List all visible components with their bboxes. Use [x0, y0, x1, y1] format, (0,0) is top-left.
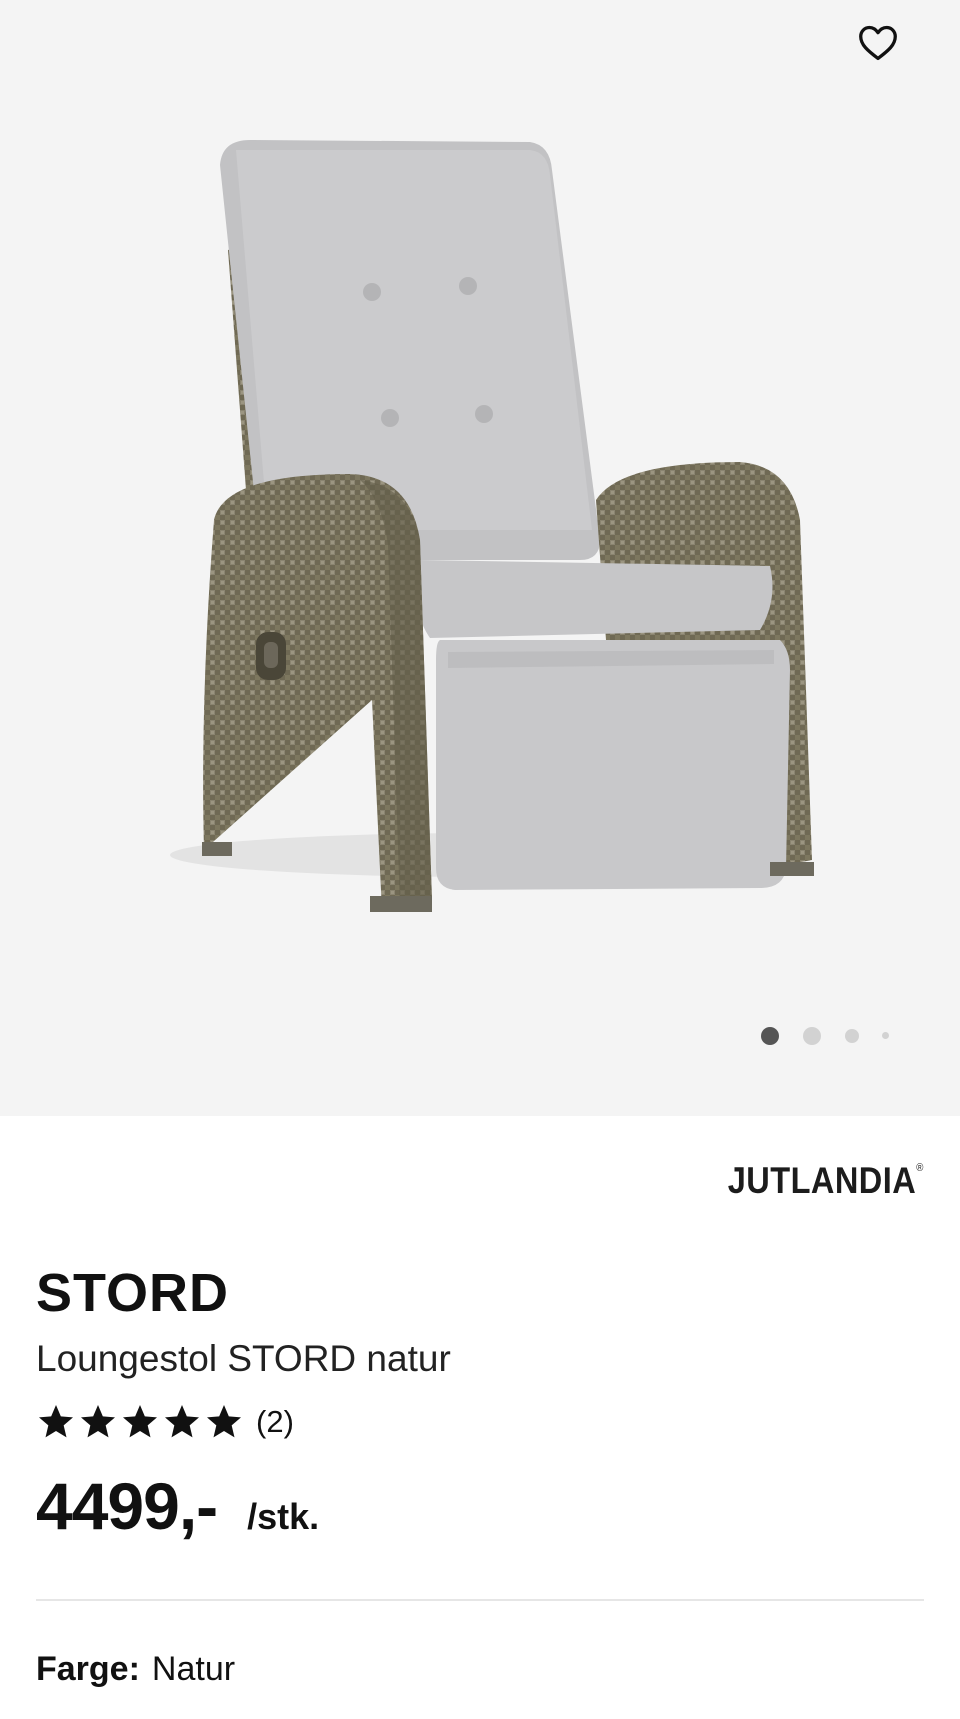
carousel-dot-active[interactable]: [761, 1027, 779, 1045]
carousel-pagination: [756, 1022, 896, 1050]
rating-stars: [36, 1402, 244, 1442]
star-filled-icon: [207, 1405, 241, 1438]
heart-outline-icon: [859, 25, 897, 61]
product-rating[interactable]: (2): [36, 1400, 294, 1444]
product-price: 4499,-: [36, 1469, 218, 1543]
star-filled-icon: [123, 1405, 157, 1438]
carousel-dot[interactable]: [882, 1032, 889, 1039]
star-filled-icon: [165, 1405, 199, 1438]
product-image: [170, 140, 814, 912]
color-selector-label: Farge: Natur: [36, 1650, 235, 1689]
carousel-dot[interactable]: [803, 1027, 821, 1045]
brand-logo: JUTLANDIA®: [728, 1160, 924, 1202]
registered-mark: ®: [916, 1162, 924, 1174]
product-image-gallery[interactable]: [0, 0, 960, 1116]
brand-name: JUTLANDIA: [727, 1160, 917, 1201]
divider: [36, 1599, 924, 1601]
add-to-favorites-button[interactable]: [852, 18, 904, 66]
color-label: Farge:: [36, 1650, 140, 1688]
price-unit: /stk.: [247, 1496, 320, 1537]
product-subtitle: Loungestol STORD natur: [36, 1338, 451, 1379]
star-filled-icon: [81, 1405, 115, 1438]
star-filled-icon: [39, 1405, 73, 1438]
carousel-dot[interactable]: [845, 1029, 859, 1043]
review-count[interactable]: (2): [256, 1404, 294, 1440]
color-value: Natur: [151, 1650, 236, 1688]
product-title: STORD: [36, 1263, 230, 1323]
price-row: 4499,- /stk.: [36, 1468, 319, 1544]
